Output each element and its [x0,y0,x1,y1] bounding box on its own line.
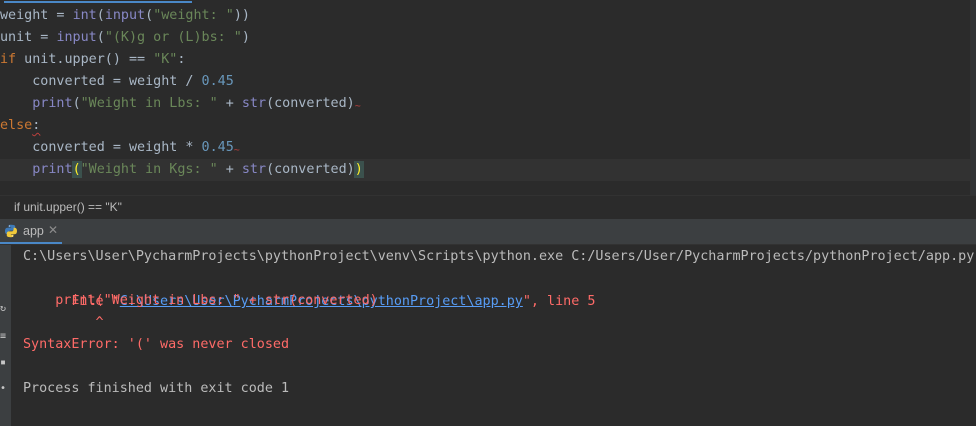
code-line-2[interactable]: unit = input("(K)g or (L)bs: ") [0,27,970,49]
code-token: converted = weight * [0,140,202,155]
text-caret [362,161,364,177]
code-token: + [217,96,242,111]
print-icon[interactable]: ▪ [0,357,6,368]
code-token: 0.45 [201,74,234,89]
run-tool-window-header: app ✕ [0,219,976,245]
error-marker: ~ [354,101,361,112]
code-line-4[interactable]: converted = weight / 0.45 [0,71,970,93]
code-token: print [32,162,73,177]
traceback-line-number: ", line 5 [522,294,596,309]
code-token: unit.upper() == [16,52,154,67]
code-token: str [241,162,267,177]
close-icon[interactable]: ✕ [48,223,58,237]
code-token: input [104,8,146,23]
code-token: (converted) [266,162,355,177]
console-error-message: SyntaxError: '(' was never closed [23,337,290,352]
code-token: : [32,118,41,133]
code-token: ( [96,30,105,45]
python-icon [4,224,18,241]
rerun-icon[interactable]: ↻ [0,303,6,314]
code-token: unit = [0,30,57,45]
code-line-3[interactable]: if unit.upper() == "K": [0,49,970,71]
code-token: "Weight in Lbs: " [80,96,218,111]
code-token: )) [233,8,250,23]
code-token: print [32,96,73,111]
editor-scrollbar[interactable] [970,0,976,195]
breadcrumb[interactable]: if unit.upper() == "K" [0,195,976,219]
wrap-icon[interactable]: ≡ [0,331,6,342]
active-editor-tab-indicator [4,1,192,3]
code-token: if [0,52,17,67]
console-traceback-caret: ^ [23,315,104,330]
code-token: "Weight in Kgs: " [80,162,218,177]
code-token: : [177,52,186,67]
warning-marker: ~ [233,145,240,156]
code-token: ( [96,8,105,23]
pin-icon[interactable]: • [0,383,6,394]
console-toolbar: ↻ ≡ ▪ • [0,245,11,426]
code-line-1[interactable]: weight = int(input("weight: ")) [0,5,970,27]
tab-label: app [23,224,44,238]
run-console-output[interactable]: C:\Users\User\PycharmProjects\pythonProj… [11,245,976,426]
code-line-5[interactable]: print("Weight in Lbs: " + str(converted)… [0,93,970,115]
code-token: ( [71,161,82,178]
code-token: "K" [153,52,178,67]
code-token: input [56,30,97,45]
console-command-line: C:\Users\User\PycharmProjects\pythonProj… [23,249,975,264]
code-token: "weight: " [153,8,234,23]
code-editor[interactable]: weight = int(input("weight: ")) unit = i… [0,0,976,195]
tab-app[interactable]: app ✕ [0,219,62,244]
code-token: (converted) [266,96,355,111]
code-token: str [241,96,267,111]
code-token: ) [241,30,250,45]
breadcrumb-item[interactable]: if unit.upper() == "K" [14,196,122,219]
code-token: int [72,8,97,23]
code-token: "(K)g or (L)bs: " [104,30,242,45]
code-token: + [217,162,242,177]
console-traceback-code: print("Weight in Lbs: " + str(converted) [23,293,378,308]
code-token: weight = [0,8,73,23]
console-exit-message: Process finished with exit code 1 [23,381,290,396]
code-token: 0.45 [201,140,234,155]
code-token: ( [145,8,154,23]
code-line-7[interactable]: converted = weight * 0.45~ [0,137,970,159]
code-token: ) [353,161,364,178]
code-line-8[interactable]: print("Weight in Kgs: " + str(converted)… [0,159,970,181]
code-line-6[interactable]: else: [0,115,970,137]
code-token: else [0,118,33,133]
code-token: converted = weight / [0,74,202,89]
code-token: ( [72,96,81,111]
